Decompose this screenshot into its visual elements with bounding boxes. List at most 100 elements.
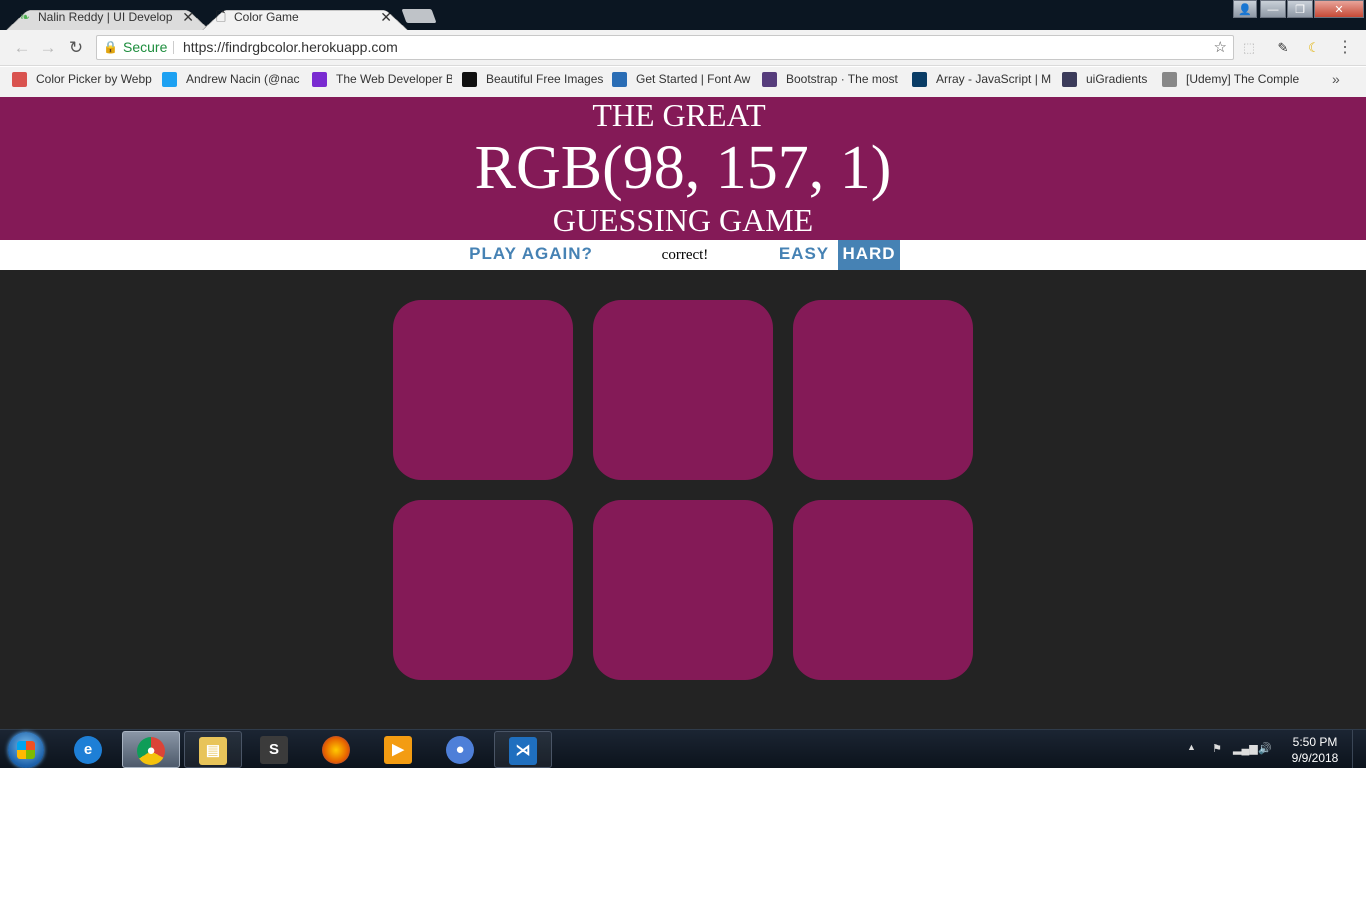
tab-close-icon[interactable]: ✕ bbox=[380, 4, 392, 30]
close-window-icon[interactable]: ✕ bbox=[1314, 0, 1364, 18]
bookmark-label: Array - JavaScript | M bbox=[936, 72, 1052, 86]
sublime-icon: S bbox=[260, 736, 288, 764]
network-signal-icon[interactable]: ▂▄▆ bbox=[1233, 741, 1258, 757]
browser-toolbar: ← → ↻ 🔒 Secure https://findrgbcolor.hero… bbox=[0, 30, 1366, 66]
tab-nalin-reddy[interactable]: ❧ Nalin Reddy | UI Develop ✕ bbox=[14, 4, 202, 30]
mdn-icon bbox=[912, 72, 927, 87]
bookmark-item[interactable]: Beautiful Free Images bbox=[462, 67, 604, 91]
color-square[interactable] bbox=[593, 300, 773, 480]
taskbar-app-button[interactable]: ⋊ bbox=[494, 731, 552, 768]
twitter-icon bbox=[162, 72, 177, 87]
color-square[interactable] bbox=[793, 300, 973, 480]
tray-expand-icon[interactable]: ▲ bbox=[1187, 742, 1196, 752]
clock-time: 5:50 PM bbox=[1292, 735, 1338, 749]
camera-icon bbox=[462, 72, 477, 87]
udemy-icon bbox=[312, 72, 327, 87]
bookmark-item[interactable]: Color Picker by Webp bbox=[12, 67, 152, 91]
tab-color-game[interactable]: 🗋 Color Game ✕ bbox=[210, 4, 400, 30]
back-arrow-icon[interactable]: ← bbox=[12, 38, 32, 58]
start-button[interactable] bbox=[8, 732, 44, 768]
color-square[interactable] bbox=[393, 300, 573, 480]
title-line-3: GUESSING GAME bbox=[552, 202, 814, 238]
windows-logo-icon bbox=[17, 741, 35, 759]
windows-taskbar: e ● ▤ S ▶ ● ⋊ ▲ ⚑ ▂▄▆ 🔊 5:50 PM 9/9/2018 bbox=[0, 729, 1366, 769]
bookmarks-bar: Color Picker by Webp Andrew Nacin (@nac Th… bbox=[0, 67, 1366, 97]
profile-icon[interactable]: 👤 bbox=[1233, 0, 1257, 18]
bookmark-label: The Web Developer B bbox=[336, 72, 452, 86]
taskbar-app-button[interactable]: ▶ bbox=[370, 731, 428, 768]
color-square[interactable] bbox=[393, 500, 573, 680]
bootstrap-icon bbox=[762, 72, 777, 87]
bookmark-item[interactable]: The Web Developer B bbox=[312, 67, 452, 91]
bookmark-item[interactable]: [Udemy] The Comple bbox=[1162, 67, 1302, 91]
divider bbox=[173, 41, 174, 54]
vscode-icon: ⋊ bbox=[509, 737, 537, 765]
tab-title: Nalin Reddy | UI Develop bbox=[38, 10, 173, 24]
play-again-button[interactable]: Play Again? bbox=[462, 240, 600, 270]
more-bookmarks-icon[interactable]: » bbox=[1332, 67, 1340, 91]
star-icon[interactable]: ☆ bbox=[1214, 36, 1227, 59]
hard-mode-button[interactable]: Hard bbox=[838, 240, 900, 270]
page-icon bbox=[1162, 72, 1177, 87]
chromium-icon: ● bbox=[446, 736, 474, 764]
controls-stripe: Play Again? correct! Easy Hard bbox=[0, 240, 1366, 270]
taskbar-app-button[interactable]: e bbox=[60, 731, 118, 768]
menu-icon[interactable]: ⋮ bbox=[1336, 39, 1354, 57]
color-display: RGB(98, 157, 1) bbox=[474, 134, 892, 202]
taskbar-app-button[interactable]: S bbox=[246, 731, 304, 768]
taskbar-app-button[interactable]: ▤ bbox=[184, 731, 242, 768]
easy-mode-button[interactable]: Easy bbox=[772, 240, 836, 270]
blank-area bbox=[0, 768, 1366, 900]
bookmark-label: Get Started | Font Aw bbox=[636, 72, 751, 86]
bookmark-label: [Udemy] The Comple bbox=[1186, 72, 1300, 86]
flag-icon bbox=[612, 72, 627, 87]
bookmark-item[interactable]: uiGradients bbox=[1062, 67, 1158, 91]
restore-icon[interactable]: ❐ bbox=[1287, 0, 1313, 18]
reload-icon[interactable]: ↻ bbox=[66, 38, 86, 58]
bookmark-label: Bootstrap · The most bbox=[786, 72, 898, 86]
show-desktop-button[interactable] bbox=[1352, 730, 1366, 769]
color-square[interactable] bbox=[593, 500, 773, 680]
action-center-flag-icon[interactable]: ⚑ bbox=[1209, 741, 1225, 757]
page-icon: 🗋 bbox=[216, 10, 226, 24]
bookmark-item[interactable]: Get Started | Font Aw bbox=[612, 67, 752, 91]
system-clock[interactable]: 5:50 PM 9/9/2018 bbox=[1282, 734, 1348, 766]
lock-icon: 🔒 bbox=[103, 40, 118, 54]
media-player-icon: ▶ bbox=[384, 736, 412, 764]
title-line-1: THE GREAT bbox=[592, 97, 766, 133]
bookmark-item[interactable]: Array - JavaScript | M bbox=[912, 67, 1052, 91]
pdf-extension-icon[interactable]: ⬚ bbox=[1240, 39, 1258, 57]
address-bar[interactable]: 🔒 Secure https://findrgbcolor.herokuapp.… bbox=[96, 35, 1234, 60]
moon-extension-icon[interactable]: ☾ bbox=[1305, 39, 1323, 57]
volume-icon[interactable]: 🔊 bbox=[1257, 741, 1273, 757]
bookmark-label: uiGradients bbox=[1086, 72, 1148, 86]
new-tab-button[interactable] bbox=[401, 9, 437, 23]
squares-grid bbox=[393, 300, 973, 680]
bookmark-item[interactable]: Bootstrap · The most bbox=[762, 67, 902, 91]
color-square[interactable] bbox=[793, 500, 973, 680]
color-picker-extension-icon[interactable]: ✎ bbox=[1274, 39, 1292, 57]
palette-icon bbox=[12, 72, 27, 87]
taskbar-app-button[interactable]: ● bbox=[122, 731, 180, 768]
bookmark-label: Andrew Nacin (@nac bbox=[186, 72, 300, 86]
firefox-icon bbox=[322, 736, 350, 764]
status-message: correct! bbox=[661, 247, 709, 263]
url-text[interactable]: https://findrgbcolor.herokuapp.com bbox=[183, 36, 398, 59]
minimize-icon[interactable]: — bbox=[1260, 0, 1286, 18]
bookmark-item[interactable]: Andrew Nacin (@nac bbox=[162, 67, 302, 91]
gradient-icon bbox=[1062, 72, 1077, 87]
leaf-icon: ❧ bbox=[19, 10, 31, 24]
taskbar-app-button[interactable] bbox=[308, 731, 366, 768]
taskbar-app-button[interactable]: ● bbox=[432, 731, 490, 768]
forward-arrow-icon[interactable]: → bbox=[38, 38, 58, 58]
tab-close-icon[interactable]: ✕ bbox=[182, 4, 194, 30]
bookmark-label: Beautiful Free Images bbox=[486, 72, 604, 86]
ie-icon: e bbox=[74, 736, 102, 764]
game-header: THE GREAT RGB(98, 157, 1) GUESSING GAME bbox=[0, 97, 1366, 240]
bookmark-label: Color Picker by Webp bbox=[36, 72, 152, 86]
page-body: THE GREAT RGB(98, 157, 1) GUESSING GAME … bbox=[0, 97, 1366, 729]
secure-label: Secure bbox=[123, 39, 168, 55]
explorer-icon: ▤ bbox=[199, 737, 227, 765]
chrome-icon: ● bbox=[137, 737, 165, 765]
browser-tab-strip: ❧ Nalin Reddy | UI Develop ✕ 🗋 Color Gam… bbox=[0, 0, 1366, 30]
